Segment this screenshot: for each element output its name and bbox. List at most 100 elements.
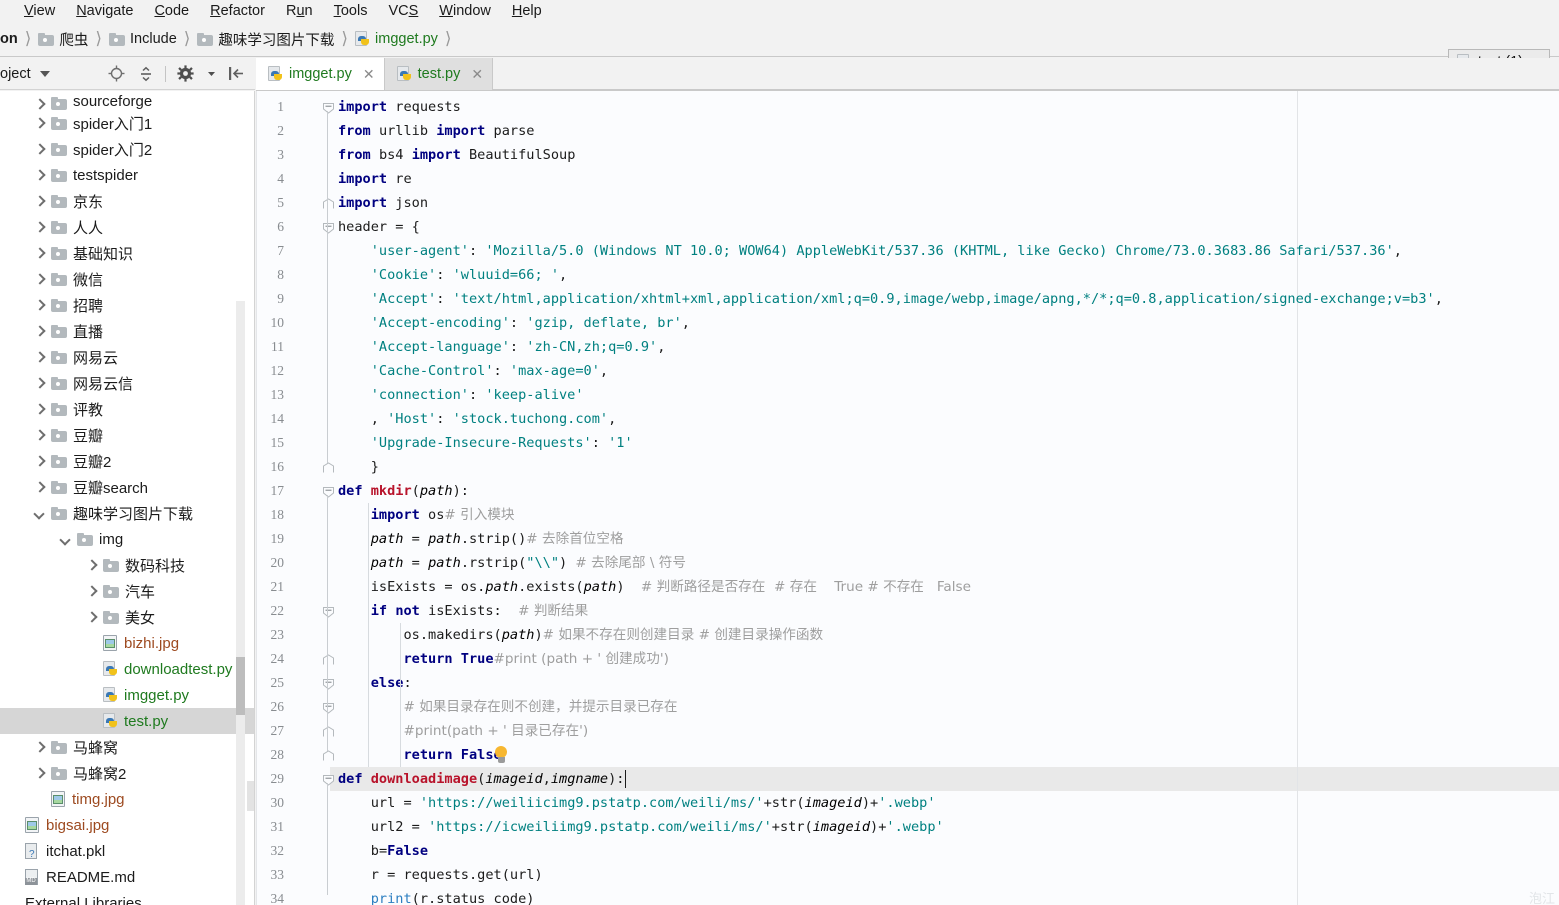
chevron-right-icon[interactable] <box>34 196 45 207</box>
tree-item-spider-2[interactable]: spider入门2 <box>0 136 254 162</box>
chevron-right-icon[interactable] <box>34 274 45 285</box>
tree-item-[interactable]: 评教 <box>0 396 254 422</box>
chevron-right-icon[interactable] <box>34 404 45 415</box>
tree-item-sourceforge[interactable]: sourceforge <box>0 91 254 110</box>
tree-item-[interactable]: 网易云信 <box>0 370 254 396</box>
chevron-right-icon[interactable] <box>34 300 45 311</box>
tree-item-bigsai-jpg[interactable]: bigsai.jpg <box>0 812 254 838</box>
code-line-2[interactable]: from urllib import parse <box>338 119 534 143</box>
code-line-13[interactable]: 'connection': 'keep-alive' <box>338 383 584 407</box>
code-line-3[interactable]: from bs4 import BeautifulSoup <box>338 143 575 167</box>
code-line-31[interactable]: url2 = 'https://icweiliimg9.pstatp.com/w… <box>338 815 944 839</box>
code-line-32[interactable]: b=False <box>338 839 428 863</box>
tree-item-[interactable]: 京东 <box>0 188 254 214</box>
intention-bulb-icon[interactable] <box>494 746 509 764</box>
editor-tab-test[interactable]: test.py ✕ <box>384 58 494 90</box>
tree-item-test-py[interactable]: test.py <box>0 708 254 734</box>
chevron-down-icon[interactable] <box>34 508 45 519</box>
tree-item-[interactable]: 豆瓣 <box>0 422 254 448</box>
code-line-8[interactable]: 'Cookie': 'wluuid=66; ', <box>338 263 567 287</box>
tree-item-downloadtest-py[interactable]: downloadtest.py <box>0 656 254 682</box>
breadcrumb-item-3[interactable]: 趣味学习图片下载 <box>197 29 334 50</box>
tree-item-img[interactable]: img <box>0 526 254 552</box>
gear-dropdown-caret-icon[interactable] <box>205 64 217 83</box>
tree-item-imgget-py[interactable]: imgget.py <box>0 682 254 708</box>
chevron-right-icon[interactable] <box>34 378 45 389</box>
tree-item-readme-md[interactable]: MD README.md <box>0 864 254 890</box>
tree-item-[interactable]: 数码科技 <box>0 552 254 578</box>
code-line-12[interactable]: 'Cache-Control': 'max-age=0', <box>338 359 608 383</box>
code-line-11[interactable]: 'Accept-language': 'zh-CN,zh;q=0.9', <box>338 335 666 359</box>
menu-item-code[interactable]: Code <box>144 1 200 22</box>
code-line-4[interactable]: import re <box>338 167 412 191</box>
hide-panel-icon[interactable] <box>227 64 246 83</box>
code-line-26[interactable]: # 如果目录存在则不创建，并提示目录已存在 <box>338 695 677 719</box>
code-line-20[interactable]: path = path.rstrip("\\") # 去除尾部 \ 符号 <box>338 551 686 575</box>
chevron-right-icon[interactable] <box>34 170 45 181</box>
chevron-right-icon[interactable] <box>34 352 45 363</box>
menu-item-refactor[interactable]: Refactor <box>200 1 276 22</box>
tree-item-[interactable]: 马蜂窝 <box>0 734 254 760</box>
editor-tab-imgget[interactable]: imgget.py ✕ <box>256 58 385 90</box>
menu-item-window[interactable]: Window <box>429 1 502 22</box>
tree-item-[interactable]: 网易云 <box>0 344 254 370</box>
code-line-34[interactable]: print(r.status_code) <box>338 887 535 905</box>
chevron-right-icon[interactable] <box>34 144 45 155</box>
chevron-right-icon[interactable] <box>34 326 45 337</box>
tree-scrollbar-thumb[interactable] <box>236 657 245 715</box>
menu-item-view[interactable]: View <box>14 1 66 22</box>
menu-item-tools[interactable]: Tools <box>324 1 379 22</box>
code-line-27[interactable]: #print(path + ' 目录已存在') <box>338 719 588 743</box>
code-line-15[interactable]: 'Upgrade-Insecure-Requests': '1' <box>338 431 633 455</box>
code-text-area[interactable]: import requests from urllib import parse f… <box>330 91 1559 905</box>
collapse-all-icon[interactable] <box>136 64 155 83</box>
breadcrumb-item-4[interactable]: imgget.py <box>355 31 438 47</box>
locate-icon[interactable] <box>107 64 126 83</box>
menu-item-help[interactable]: Help <box>502 1 553 22</box>
chevron-right-icon[interactable] <box>86 586 97 597</box>
code-line-5[interactable]: import json <box>338 191 428 215</box>
chevron-right-icon[interactable] <box>34 248 45 259</box>
chevron-right-icon[interactable] <box>34 118 45 129</box>
chevron-right-icon[interactable] <box>34 222 45 233</box>
menu-item-run[interactable]: Run <box>276 1 324 22</box>
chevron-right-icon[interactable] <box>34 456 45 467</box>
tree-scrollbar-thumb-secondary[interactable] <box>247 781 254 811</box>
tree-item-timg-jpg[interactable]: timg.jpg <box>0 786 254 812</box>
tree-item-search[interactable]: 豆瓣search <box>0 474 254 500</box>
chevron-right-icon[interactable] <box>34 99 45 110</box>
tree-item-[interactable]: 直播 <box>0 318 254 344</box>
code-line-33[interactable]: r = requests.get(url) <box>338 863 543 887</box>
tree-item-[interactable]: 汽车 <box>0 578 254 604</box>
tree-item-[interactable]: 微信 <box>0 266 254 292</box>
tree-item-[interactable]: 基础知识 <box>0 240 254 266</box>
code-line-14[interactable]: , 'Host': 'stock.tuchong.com', <box>338 407 617 431</box>
code-line-21[interactable]: isExists = os.path.exists(path) # 判断路径是否… <box>338 575 971 599</box>
tree-item-[interactable]: 趣味学习图片下载 <box>0 500 254 526</box>
chevron-down-icon[interactable] <box>60 534 71 545</box>
chevron-right-icon[interactable] <box>34 482 45 493</box>
tree-item-external-libraries[interactable]: External Libraries <box>0 890 254 905</box>
tree-item-[interactable]: 招聘 <box>0 292 254 318</box>
code-line-17[interactable]: def mkdir(path): <box>338 479 469 503</box>
chevron-right-icon[interactable] <box>86 560 97 571</box>
menu-item-vcs[interactable]: VCS <box>378 1 429 22</box>
code-line-10[interactable]: 'Accept-encoding': 'gzip, deflate, br', <box>338 311 690 335</box>
code-editor[interactable]: 1 2 3 4 5 6 7 8 9 10 11 12 13 14 15 16 17 18 19 20 21 22 23 24 2… <box>256 91 1559 905</box>
project-tree[interactable]: sourceforge spider入门1 spider入门2 testspider 京… <box>0 91 255 905</box>
code-line-6[interactable]: header = { <box>338 215 420 239</box>
tree-item-testspider[interactable]: testspider <box>0 162 254 188</box>
chevron-right-icon[interactable] <box>34 430 45 441</box>
code-line-28[interactable]: return False <box>338 743 501 767</box>
settings-gear-icon[interactable] <box>176 64 195 83</box>
code-line-18[interactable]: import os# 引入模块 <box>338 503 515 527</box>
chevron-right-icon[interactable] <box>34 768 45 779</box>
menu-item-navigate[interactable]: Navigate <box>66 1 144 22</box>
editor-gutter[interactable]: 1 2 3 4 5 6 7 8 9 10 11 12 13 14 15 16 17 18 19 20 21 22 23 24 2… <box>256 91 334 905</box>
close-icon[interactable]: ✕ <box>363 66 375 83</box>
breadcrumb-item-1[interactable]: 爬虫 <box>38 29 88 50</box>
tree-item-2[interactable]: 马蜂窝2 <box>0 760 254 786</box>
tree-item-2[interactable]: 豆瓣2 <box>0 448 254 474</box>
code-line-1[interactable]: import requests <box>338 95 461 119</box>
tree-item-[interactable]: 美女 <box>0 604 254 630</box>
